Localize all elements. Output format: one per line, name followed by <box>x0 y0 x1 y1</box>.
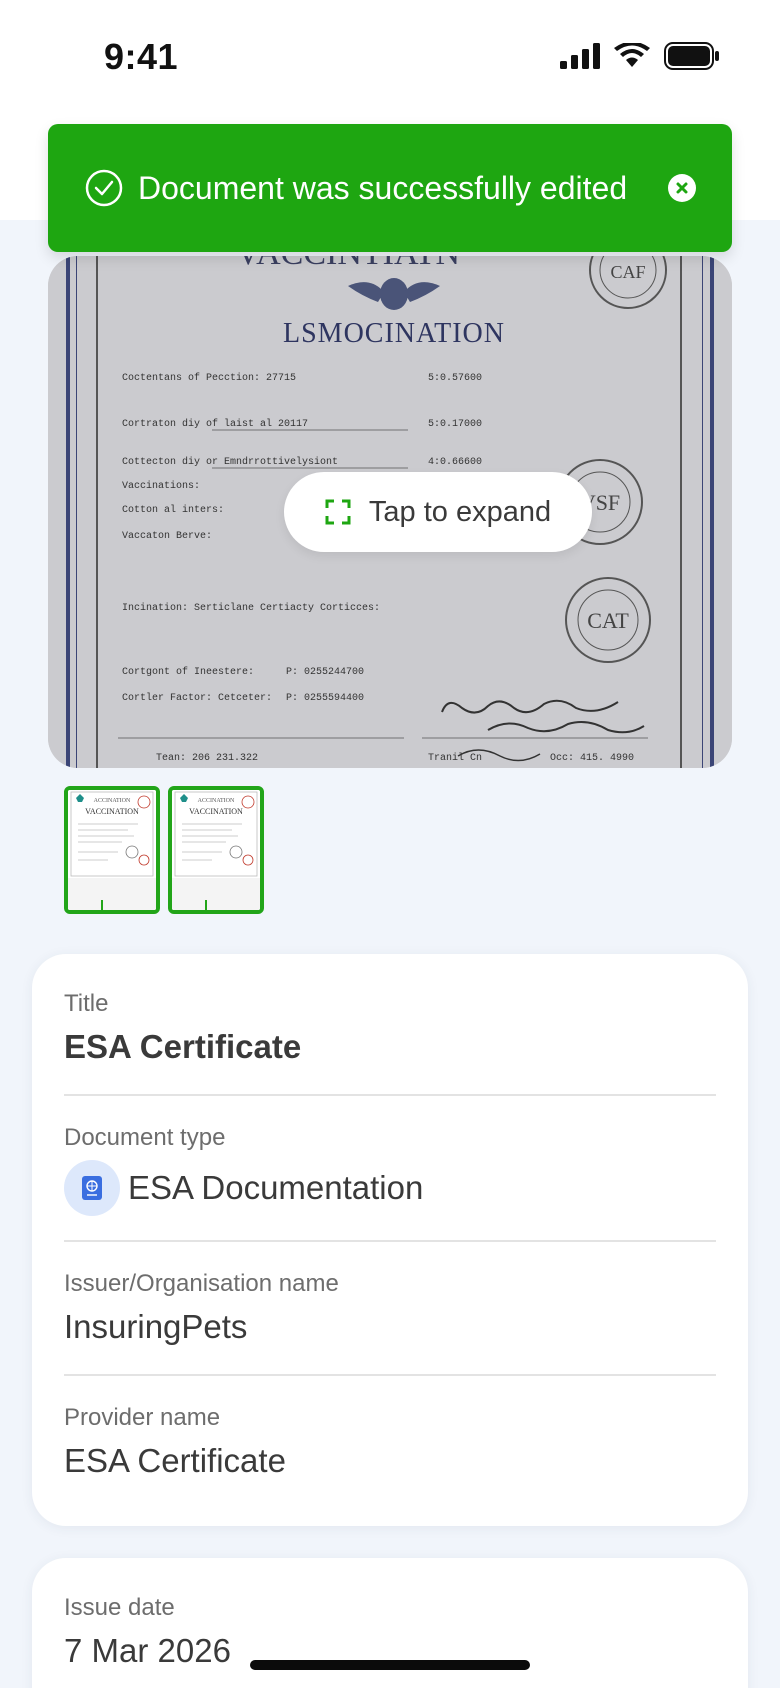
status-icons <box>560 42 720 70</box>
svg-text:CAT: CAT <box>587 608 629 633</box>
close-icon <box>676 182 688 194</box>
provider-value: ESA Certificate <box>64 1442 286 1479</box>
divider <box>64 1374 716 1376</box>
check-circle-icon <box>85 169 123 207</box>
title-label: Title <box>64 990 109 1017</box>
svg-text:VACCINATION: VACCINATION <box>189 807 243 816</box>
passport-icon <box>82 1176 102 1200</box>
divider <box>64 1094 716 1096</box>
success-toast: Document was successfully edited <box>48 124 732 252</box>
issue-date-field[interactable]: Issue date 7 Mar 2026 <box>64 1594 716 1670</box>
status-time: 9:41 <box>104 36 179 77</box>
doc-line: Vaccinations: <box>122 480 200 492</box>
doc-line-value: 5:0.57600 <box>428 373 482 384</box>
tap-to-expand-label: Tap to expand <box>368 495 552 528</box>
doc-line: Cotton al inters: <box>122 504 224 516</box>
doc-contact-value: P: 0255244700 <box>286 667 364 678</box>
document-type-label: Document type <box>64 1124 226 1151</box>
thumbnail-page-1[interactable]: ACCINATION VACCINATION <box>64 786 160 914</box>
document-type-row: ESA Documentation <box>64 1160 716 1216</box>
doc-contact-label: Cortler Factor: Cetceter: <box>122 692 272 704</box>
issuer-value: InsuringPets <box>64 1308 248 1345</box>
doc-footer-right: Occ: 415. 4990 <box>550 753 634 764</box>
svg-text:ACCINATION: ACCINATION <box>198 798 235 804</box>
doc-line-value: 4:0.66600 <box>428 457 482 468</box>
doc-incination: Incination: Serticlane Certiacty Corticc… <box>122 602 380 614</box>
battery-icon <box>664 42 719 70</box>
thumbnail-page-2[interactable]: ACCINATION VACCINATION <box>168 786 264 914</box>
doc-contact-label: Cortgont of Ineestere: <box>122 666 254 678</box>
provider-field[interactable]: Provider name ESA Certificate <box>64 1404 716 1480</box>
document-type-value: ESA Documentation <box>128 1169 424 1206</box>
issuer-label: Issuer/Organisation name <box>64 1270 339 1297</box>
doc-line: Cottecton diy or Emndrrottivelysiont <box>122 456 338 468</box>
svg-text:CAF: CAF <box>610 262 645 282</box>
toast-close-button[interactable] <box>668 174 696 202</box>
doc-line: Cortraton diy of laist al 20117 <box>122 418 308 430</box>
divider <box>64 1240 716 1242</box>
thumbnail-image: ACCINATION VACCINATION <box>68 790 156 910</box>
svg-text:VACCINATION: VACCINATION <box>85 807 139 816</box>
tap-to-expand-button[interactable]: Tap to expand <box>284 472 592 552</box>
doc-footer-left: Tean: 206 231.322 <box>156 753 258 764</box>
document-type-field[interactable]: Document type ESA Documentation <box>64 1124 716 1216</box>
doc-line: Vaccaton Berve: <box>122 531 212 542</box>
document-preview[interactable]: VACCINTIATN LSMOCINATION Coctentans of P… <box>48 256 732 768</box>
document-details-card: Title ESA Certificate Document type ESA … <box>32 954 748 1526</box>
expand-icon <box>325 499 351 525</box>
home-indicator[interactable] <box>250 1660 530 1670</box>
doc-line: Coctentans of Pecction: 27715 <box>122 372 296 384</box>
document-type-badge <box>64 1160 120 1216</box>
doc-line-value: 5:0.17000 <box>428 419 482 430</box>
thumbnail-image: ACCINATION VACCINATION <box>172 790 260 910</box>
issuer-field[interactable]: Issuer/Organisation name InsuringPets <box>64 1270 716 1346</box>
wifi-icon <box>614 43 650 67</box>
svg-text:ACCINATION: ACCINATION <box>94 798 131 804</box>
document-details-screen: 9:41 LSMOCINATION Coctentans of Pecction… <box>0 0 780 1688</box>
doc-footer-mid: Tranil Cn <box>428 752 482 764</box>
doc-header: VACCINTIATN <box>236 256 460 272</box>
doc-title: LSMOCINATION <box>283 318 505 349</box>
title-value: ESA Certificate <box>64 1028 302 1065</box>
issue-date-label: Issue date <box>64 1594 175 1621</box>
title-field[interactable]: Title ESA Certificate <box>64 990 716 1066</box>
doc-contact-value: P: 0255594400 <box>286 693 364 704</box>
toast-message: Document was successfully edited <box>138 169 628 206</box>
provider-label: Provider name <box>64 1404 221 1431</box>
page-thumbnails: ACCINATION VACCINATION ACCINATION VACCIN… <box>64 786 264 914</box>
signal-icon <box>560 43 600 69</box>
